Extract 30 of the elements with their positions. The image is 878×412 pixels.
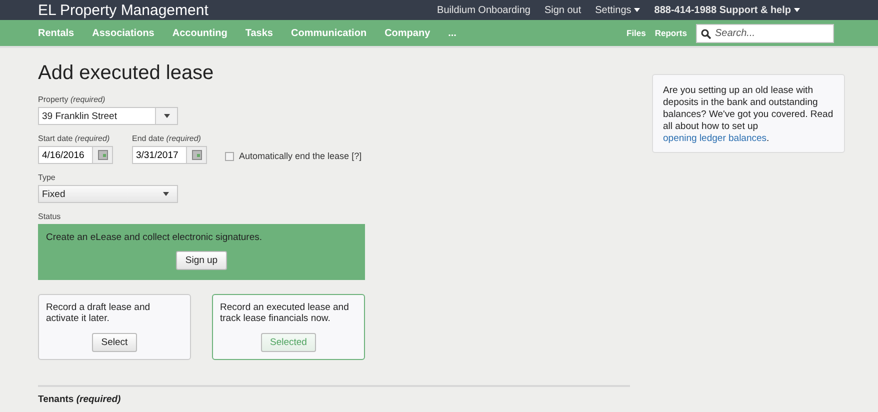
page-title: Add executed lease [38, 62, 215, 85]
date-field[interactable]: 3/31/2017 [132, 146, 207, 164]
date-field[interactable]: 4/16/2016 [38, 146, 113, 164]
field-label: Type [38, 173, 56, 182]
help-link[interactable]: opening ledger balances [663, 132, 767, 144]
search-icon [701, 28, 711, 38]
card-text: Record a draft lease and activate it later. [46, 302, 152, 325]
header-link[interactable]: Settings [595, 4, 640, 16]
calendar-icon [192, 150, 202, 160]
app-title: EL Property Management [38, 2, 210, 18]
promo-text: Create an eLease and collect electronic signatures. [46, 232, 262, 243]
field-label: Start date (required) [38, 134, 111, 143]
search-field[interactable]: Search... [696, 24, 834, 42]
field-label: Status [38, 212, 62, 221]
header-link[interactable]: 888-414-1988 Support & help [654, 4, 800, 16]
field-label: Property (required) [38, 95, 106, 104]
help-panel: Are you setting up an old lease with deposits in the bank and outstanding balances? We've got you covered. Read all about how to set up opening ledger balances. [652, 74, 845, 153]
select-button[interactable]: Select [92, 333, 137, 352]
header-link[interactable]: Sign out [544, 4, 582, 16]
header-link[interactable]: Buildium Onboarding [437, 4, 530, 16]
field-label: End date (required) [132, 134, 202, 143]
property-select[interactable]: 39 Franklin Street [38, 107, 178, 125]
type-select[interactable]: Fixed [38, 185, 178, 203]
auto-end-checkbox[interactable]: Automatically end the lease [?] [225, 151, 362, 161]
sign-up-button[interactable]: Sign up [176, 251, 227, 270]
caret-icon [164, 114, 170, 118]
card-text: Record an executed lease and track lease financials now. [220, 302, 350, 325]
caret-icon [163, 192, 169, 196]
calendar-icon [98, 150, 108, 160]
section-title: Tenants (required) [38, 394, 122, 405]
